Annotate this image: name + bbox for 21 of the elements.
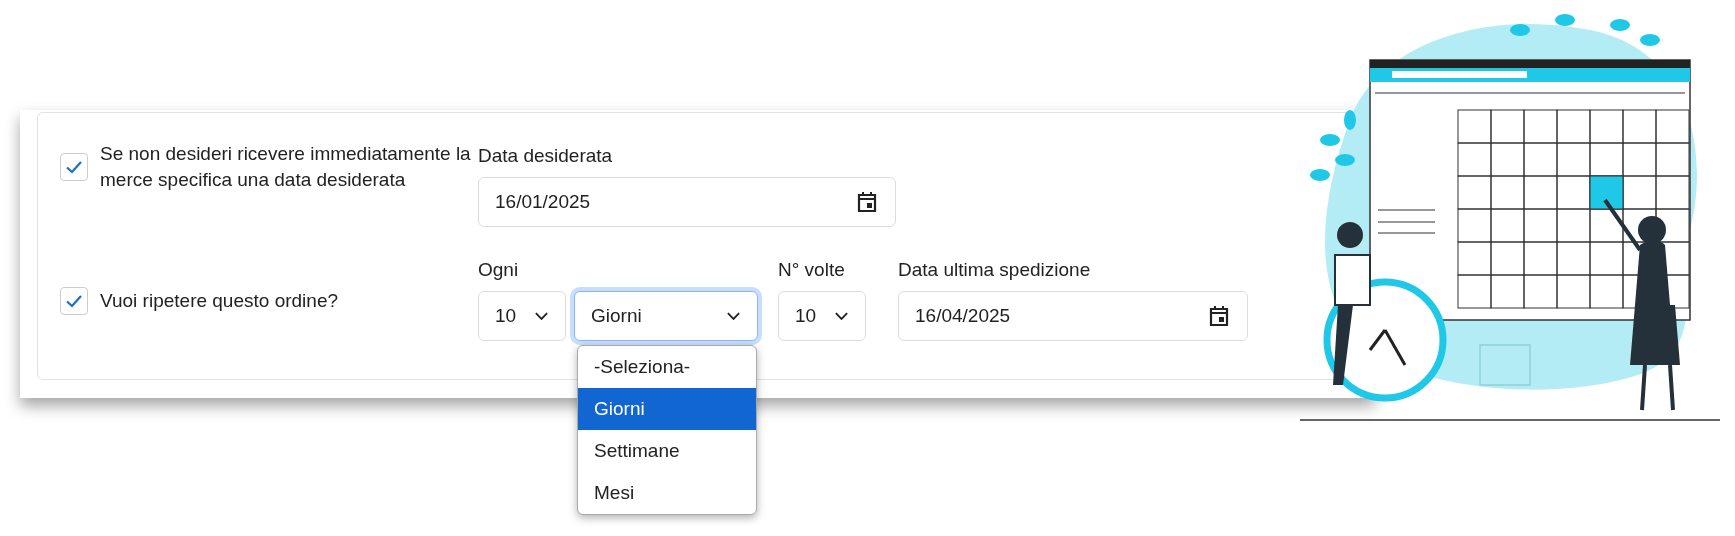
dropdown-option[interactable]: Mesi (578, 472, 756, 514)
date-field[interactable]: 16/04/2025 (898, 291, 1248, 341)
field-label: Data desiderata (478, 144, 614, 168)
number-select[interactable]: 10 (778, 291, 866, 341)
checkbox-label: Vuoi ripetere questo ordine? (100, 289, 338, 313)
number-select[interactable]: 10 (478, 291, 566, 341)
chevron-down-icon (834, 311, 849, 321)
checkbox[interactable] (60, 287, 88, 315)
checkbox[interactable] (60, 153, 88, 181)
chevron-down-icon (726, 311, 741, 321)
checkbox-label: Se non desideri ricevere immediatamente la merce specifica una data desiderata (100, 142, 472, 192)
chevron-down-icon (534, 311, 549, 321)
field-label: N° volte (778, 258, 846, 282)
calendar-icon (855, 190, 879, 214)
field-label: Data ultima spedizione (898, 258, 1092, 282)
dropdown-option[interactable]: Giorni (578, 388, 756, 430)
date-field[interactable]: 16/01/2025 (478, 177, 896, 227)
dropdown-option[interactable]: -Seleziona- (578, 346, 756, 388)
dropdown-option[interactable]: Settimane (578, 430, 756, 472)
calendar-icon (1207, 304, 1231, 328)
field-label: Ogni (478, 258, 520, 282)
